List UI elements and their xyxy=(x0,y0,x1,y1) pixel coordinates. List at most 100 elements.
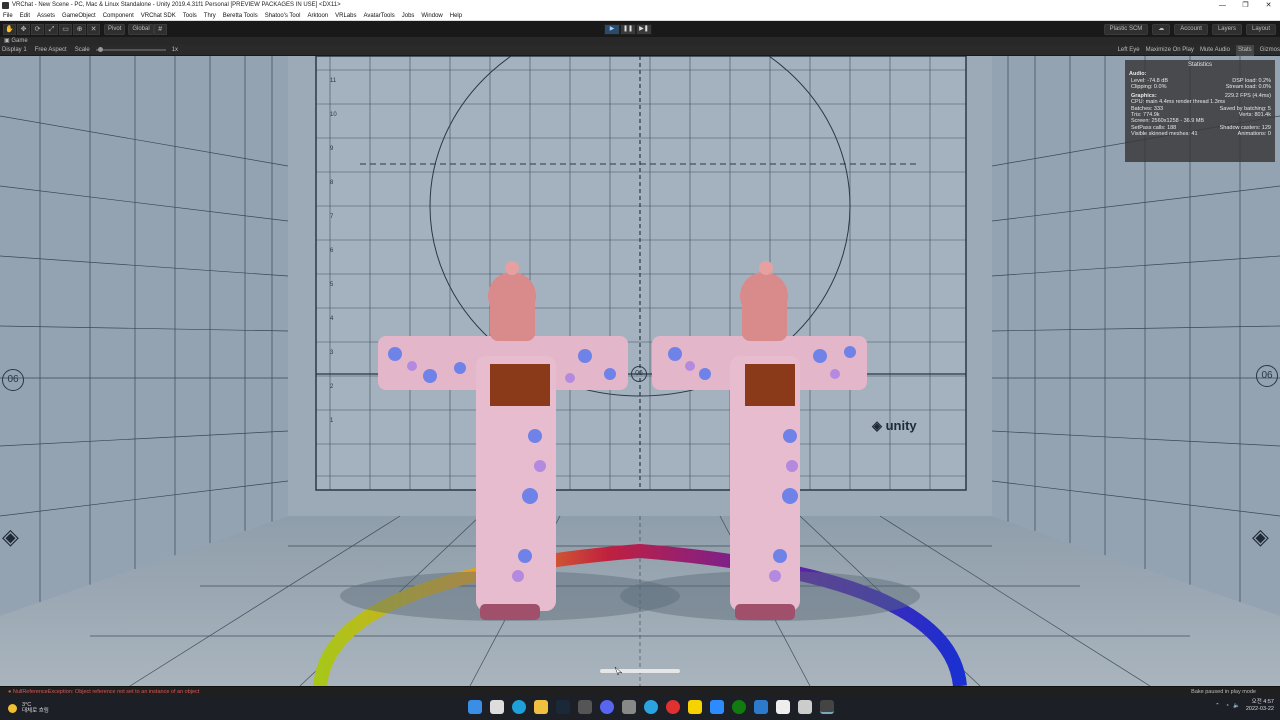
unity-editor-icon[interactable] xyxy=(820,700,834,714)
menu-help[interactable]: Help xyxy=(450,11,462,20)
minimize-button[interactable]: — xyxy=(1211,0,1234,11)
xbox-icon[interactable] xyxy=(732,700,746,714)
clock[interactable]: 오전 4:57 2022-03-22 xyxy=(1246,699,1274,713)
app-icon-2[interactable] xyxy=(622,700,636,714)
rotate-tool-icon[interactable]: ⟳ xyxy=(31,23,44,35)
scale-tool-icon[interactable]: ⤢ xyxy=(45,23,58,35)
tick-label: 5 xyxy=(330,282,334,288)
tick-label: 9 xyxy=(330,146,334,152)
menu-arktoon[interactable]: Arktoon xyxy=(307,11,328,20)
tray-chevron-icon[interactable]: ⌃ xyxy=(1215,703,1220,709)
edge-icon[interactable] xyxy=(512,700,526,714)
plastic-scm-button[interactable]: Plastic SCM xyxy=(1103,24,1149,35)
grid-snap-icon[interactable]: # xyxy=(153,23,167,35)
layers-dropdown[interactable]: Layers xyxy=(1211,24,1242,35)
steam-icon[interactable] xyxy=(556,700,570,714)
file-explorer-icon[interactable] xyxy=(534,700,548,714)
menu-vrchat-sdk[interactable]: VRChat SDK xyxy=(141,11,176,20)
tick-label: 8 xyxy=(330,180,334,186)
statistics-panel: Statistics Audio: Level: -74.8 dB DSP loa… xyxy=(1125,60,1275,162)
stats-verts: Verts: 801.4k xyxy=(1238,112,1271,119)
maximize-on-play-toggle[interactable]: Maximize On Play xyxy=(1146,45,1194,56)
weather-sun-icon xyxy=(8,703,17,713)
console-error-message[interactable]: NullReferenceException: Object reference… xyxy=(13,689,200,695)
menu-thry[interactable]: Thry xyxy=(204,11,216,20)
stats-toggle[interactable]: Stats xyxy=(1235,44,1254,56)
aspect-dropdown[interactable]: Free Aspect xyxy=(35,45,67,56)
mute-audio-toggle[interactable]: Mute Audio xyxy=(1200,45,1230,56)
unity-hub-icon[interactable] xyxy=(798,700,812,714)
clock-date: 2022-03-22 xyxy=(1245,706,1274,712)
menu-vrlabs[interactable]: VRLabs xyxy=(335,11,356,20)
status-bar[interactable]: ● NullReferenceException: Object referen… xyxy=(0,686,1280,696)
stats-title: Statistics xyxy=(1187,62,1212,68)
menu-assets[interactable]: Assets xyxy=(37,11,55,20)
play-button[interactable]: ▶ xyxy=(604,24,620,35)
close-button[interactable]: ✕ xyxy=(1257,0,1280,11)
back-board xyxy=(315,56,967,491)
display-dropdown[interactable]: Display 1 xyxy=(2,45,27,56)
eye-dropdown[interactable]: Left Eye xyxy=(1118,45,1140,56)
menu-file[interactable]: File xyxy=(3,11,13,20)
scale-value: 1x xyxy=(171,46,179,53)
global-toggle[interactable]: Global xyxy=(128,23,154,35)
menu-edit[interactable]: Edit xyxy=(20,11,30,20)
account-dropdown[interactable]: Account xyxy=(1174,24,1208,35)
telegram-icon[interactable] xyxy=(644,700,658,714)
menu-beretta-tools[interactable]: Beretta Tools xyxy=(223,11,258,20)
hand-tool-icon[interactable]: ✋ xyxy=(3,23,16,35)
tick-label-column: 11 10 9 8 7 6 5 4 3 2 1 xyxy=(330,64,340,438)
stats-stream: Stream load: 0.0% xyxy=(1225,83,1271,90)
stats-fps: 229.2 FPS (4.4ms) xyxy=(1224,93,1271,100)
tick-label: 6 xyxy=(330,248,334,254)
menu-shatoos-tool[interactable]: Shatoo's Tool xyxy=(265,11,301,20)
unity-brand-text: unity xyxy=(885,418,917,433)
menu-component[interactable]: Component xyxy=(103,11,134,20)
custom-tool-icon[interactable]: ✕ xyxy=(87,23,100,35)
move-tool-icon[interactable]: ✥ xyxy=(17,23,30,35)
title-bar: VRChat - New Scene - PC, Mac & Linux Sta… xyxy=(0,0,1280,11)
app-icon[interactable] xyxy=(578,700,592,714)
start-icon[interactable] xyxy=(468,700,482,714)
window-title: VRChat - New Scene - PC, Mac & Linux Sta… xyxy=(12,2,341,8)
rect-tool-icon[interactable]: ▭ xyxy=(59,23,72,35)
weather-widget[interactable]: 3°C 대체로 흐림 xyxy=(0,702,80,714)
task-view-icon[interactable] xyxy=(490,700,504,714)
discord-icon[interactable] xyxy=(600,700,614,714)
maximize-button[interactable]: ❐ xyxy=(1234,0,1257,11)
cloud-icon[interactable]: ☁ xyxy=(1152,24,1171,35)
vrchat-icon[interactable] xyxy=(776,700,790,714)
unity-logo-icon: ◈ xyxy=(872,418,886,433)
scale-label: Scale xyxy=(74,46,90,53)
tab-game[interactable]: Game xyxy=(11,38,27,44)
youtube-icon[interactable] xyxy=(666,700,680,714)
layout-dropdown[interactable]: Layout xyxy=(1245,24,1276,35)
right-unity-logo-icon: ◈ xyxy=(1252,524,1269,549)
menu-gameobject[interactable]: GameObject xyxy=(62,11,96,20)
app-icon-3[interactable] xyxy=(710,700,724,714)
menu-tools[interactable]: Tools xyxy=(183,11,197,20)
scene-marker-center: 06 xyxy=(631,366,647,382)
vscode-icon[interactable] xyxy=(754,700,768,714)
tick-label: 2 xyxy=(330,384,334,390)
menu-jobs[interactable]: Jobs xyxy=(402,11,415,20)
pause-button[interactable]: ❚❚ xyxy=(620,24,636,35)
scene-slider[interactable] xyxy=(600,669,680,673)
game-viewport[interactable]: 06 06 06 ◈ unity ◈ ◈ 11 10 9 8 7 6 5 4 3… xyxy=(0,56,1280,686)
tick-label: 3 xyxy=(330,350,334,356)
pivot-toggle[interactable]: Pivot xyxy=(104,23,126,35)
gizmos-dropdown[interactable]: Gizmos xyxy=(1260,45,1280,56)
tick-label: 11 xyxy=(330,78,337,84)
weather-desc: 대체로 흐림 xyxy=(22,708,49,714)
menu-window[interactable]: Window xyxy=(421,11,442,20)
system-tray: ⌃ ◔ 🔈 오전 4:57 2022-03-22 xyxy=(1215,699,1274,713)
tick-label: 7 xyxy=(330,214,334,220)
transform-tool-icon[interactable]: ⊕ xyxy=(73,23,86,35)
scene-marker-left: 06 xyxy=(2,369,24,391)
volume-icon[interactable]: 🔈 xyxy=(1233,703,1240,709)
wifi-icon[interactable]: ◔ xyxy=(1226,703,1229,709)
menu-avatartools[interactable]: AvatarTools xyxy=(363,11,394,20)
kakaotalk-icon[interactable] xyxy=(688,700,702,714)
scale-slider[interactable] xyxy=(95,47,166,52)
step-button[interactable]: ▶❚ xyxy=(636,24,652,35)
